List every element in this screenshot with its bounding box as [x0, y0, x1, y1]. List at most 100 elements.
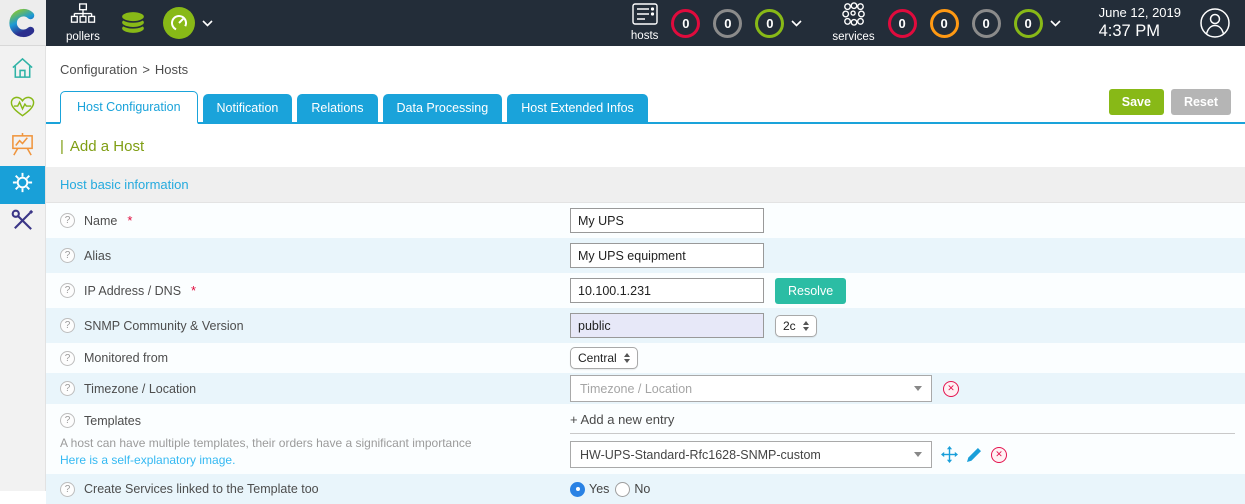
- pollers-status[interactable]: pollers: [66, 3, 100, 44]
- templates-label: Templates: [84, 414, 141, 428]
- tab-host-configuration[interactable]: Host Configuration: [60, 91, 198, 124]
- poller-chevron-down-icon[interactable]: [202, 20, 213, 27]
- services-status-group[interactable]: services: [832, 2, 874, 44]
- create-services-no-radio[interactable]: [615, 482, 630, 497]
- alias-label: Alias: [84, 249, 111, 263]
- sidebar-item-configuration[interactable]: [0, 166, 45, 204]
- dropdown-arrow-icon: [914, 386, 922, 391]
- breadcrumb: Configuration>Hosts: [46, 46, 1245, 77]
- alias-input[interactable]: [570, 243, 764, 268]
- gear-icon: [11, 171, 34, 199]
- select-stepper-icon: [624, 353, 630, 363]
- centreon-logo[interactable]: [0, 0, 46, 46]
- ip-address-input[interactable]: [570, 278, 764, 303]
- dropdown-arrow-icon: [914, 452, 922, 457]
- form-row-timezone: ? Timezone / Location Timezone / Locatio…: [46, 373, 1245, 404]
- tab-notification[interactable]: Notification: [203, 94, 293, 122]
- form-row-monitored-from: ? Monitored from Central: [46, 343, 1245, 373]
- services-critical-badge[interactable]: 0: [888, 9, 917, 38]
- page-title-text: Add a Host: [70, 138, 144, 155]
- tab-bar: Host Configuration Notification Relation…: [46, 77, 1245, 124]
- form-row-create-services: ? Create Services linked to the Template…: [46, 474, 1245, 504]
- create-services-yes-label: Yes: [589, 482, 609, 496]
- hosts-label: hosts: [631, 31, 659, 43]
- hosts-down-badge[interactable]: 0: [671, 9, 700, 38]
- templates-divider: [570, 433, 1235, 434]
- tab-relations[interactable]: Relations: [297, 94, 377, 122]
- add-template-entry-link[interactable]: + Add a new entry: [570, 409, 674, 433]
- hosts-up-badge[interactable]: 0: [755, 9, 784, 38]
- home-icon: [10, 56, 35, 86]
- top-bar: pollers: [0, 0, 1245, 46]
- current-time: 4:37 PM: [1099, 21, 1181, 42]
- ip-address-label: IP Address / DNS: [84, 284, 181, 298]
- name-label: Name: [84, 214, 117, 228]
- hosts-icon: [632, 3, 658, 30]
- timezone-label: Timezone / Location: [84, 382, 196, 396]
- services-chevron-down-icon[interactable]: [1050, 20, 1061, 27]
- services-unknown-badge[interactable]: 0: [972, 9, 1001, 38]
- create-services-yes-radio[interactable]: [570, 482, 585, 497]
- snmp-version-value: 2c: [783, 319, 796, 333]
- help-icon[interactable]: ?: [60, 413, 75, 428]
- reset-button[interactable]: Reset: [1171, 89, 1231, 115]
- snmp-version-select[interactable]: 2c: [775, 315, 817, 337]
- snmp-label: SNMP Community & Version: [84, 319, 244, 333]
- gauge-status-icon[interactable]: [163, 7, 195, 39]
- pollers-icon: [70, 3, 96, 31]
- form-actions: Save Reset: [1109, 89, 1231, 122]
- timezone-select[interactable]: Timezone / Location: [570, 375, 932, 402]
- help-icon[interactable]: ?: [60, 283, 75, 298]
- templates-help-text: A host can have multiple templates, thei…: [60, 436, 570, 450]
- services-ok-badge[interactable]: 0: [1014, 9, 1043, 38]
- help-icon[interactable]: ?: [60, 351, 75, 366]
- help-icon[interactable]: ?: [60, 213, 75, 228]
- tools-icon: [10, 208, 35, 238]
- pollers-label: pollers: [66, 32, 100, 44]
- templates-help-link[interactable]: Here is a self-explanatory image.: [60, 453, 570, 467]
- database-status-icon[interactable]: [117, 7, 149, 39]
- page-title-prefix: |: [60, 138, 64, 155]
- help-icon[interactable]: ?: [60, 381, 75, 396]
- create-services-label: Create Services linked to the Template t…: [84, 482, 319, 496]
- template-delete-icon[interactable]: ✕: [991, 447, 1007, 463]
- snmp-community-input[interactable]: [570, 313, 764, 338]
- sidebar-item-monitoring[interactable]: [0, 90, 45, 128]
- breadcrumb-section[interactable]: Configuration: [60, 62, 137, 77]
- hosts-unreachable-badge[interactable]: 0: [713, 9, 742, 38]
- select-stepper-icon: [803, 321, 809, 331]
- monitored-from-select[interactable]: Central: [570, 347, 638, 369]
- breadcrumb-page[interactable]: Hosts: [155, 62, 188, 77]
- tab-host-extended-infos[interactable]: Host Extended Infos: [507, 94, 648, 122]
- sidebar-item-reporting[interactable]: [0, 128, 45, 166]
- help-icon[interactable]: ?: [60, 248, 75, 263]
- create-services-no-label: No: [634, 482, 650, 496]
- template-select[interactable]: HW-UPS-Standard-Rfc1628-SNMP-custom: [570, 441, 932, 468]
- user-profile-icon[interactable]: [1199, 7, 1231, 39]
- form-row-ip-address: ? IP Address / DNS * Resolve: [46, 273, 1245, 308]
- tab-data-processing[interactable]: Data Processing: [383, 94, 503, 122]
- hosts-status-group[interactable]: hosts: [631, 3, 659, 43]
- template-selected-value: HW-UPS-Standard-Rfc1628-SNMP-custom: [580, 448, 821, 462]
- sidebar-item-home[interactable]: [0, 52, 45, 90]
- timezone-clear-icon[interactable]: ✕: [943, 381, 959, 397]
- page-title: | Add a Host: [46, 124, 1245, 167]
- form-row-alias: ? Alias: [46, 238, 1245, 273]
- services-icon: [840, 2, 868, 31]
- sidebar-item-administration[interactable]: [0, 204, 45, 242]
- heartbeat-icon: [9, 95, 36, 124]
- resolve-button[interactable]: Resolve: [775, 278, 846, 304]
- services-warning-badge[interactable]: 0: [930, 9, 959, 38]
- main-content: Configuration>Hosts Host Configuration N…: [46, 46, 1245, 491]
- template-move-icon[interactable]: [941, 446, 958, 463]
- monitored-from-label: Monitored from: [84, 351, 168, 365]
- help-icon[interactable]: ?: [60, 482, 75, 497]
- clock: June 12, 2019 4:37 PM: [1099, 5, 1181, 42]
- help-icon[interactable]: ?: [60, 318, 75, 333]
- save-button[interactable]: Save: [1109, 89, 1164, 115]
- hosts-chevron-down-icon[interactable]: [791, 20, 802, 27]
- chart-easel-icon: [10, 132, 35, 162]
- monitored-from-value: Central: [578, 351, 617, 365]
- name-input[interactable]: [570, 208, 764, 233]
- template-edit-pencil-icon[interactable]: [967, 447, 982, 462]
